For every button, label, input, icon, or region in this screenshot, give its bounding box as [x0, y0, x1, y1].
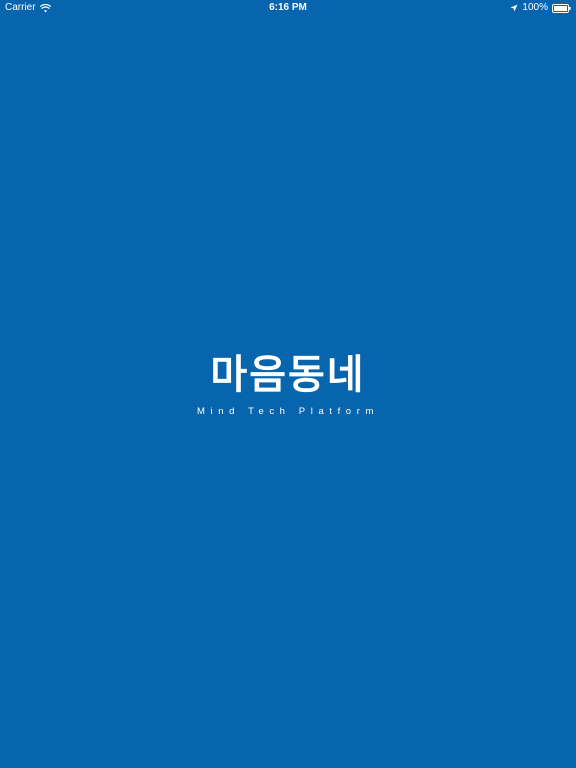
status-bar: Carrier 6:16 PM 100%: [0, 0, 576, 16]
battery-percent: 100%: [522, 2, 548, 13]
location-icon: [510, 0, 518, 16]
status-time: 6:16 PM: [269, 2, 307, 13]
battery-icon: [552, 0, 571, 16]
app-logo-text: 마음동네: [210, 352, 366, 398]
app-tagline: Mind Tech Platform: [197, 406, 379, 417]
splash-screen: 마음동네 Mind Tech Platform: [0, 350, 576, 418]
status-right: 100%: [510, 0, 571, 16]
